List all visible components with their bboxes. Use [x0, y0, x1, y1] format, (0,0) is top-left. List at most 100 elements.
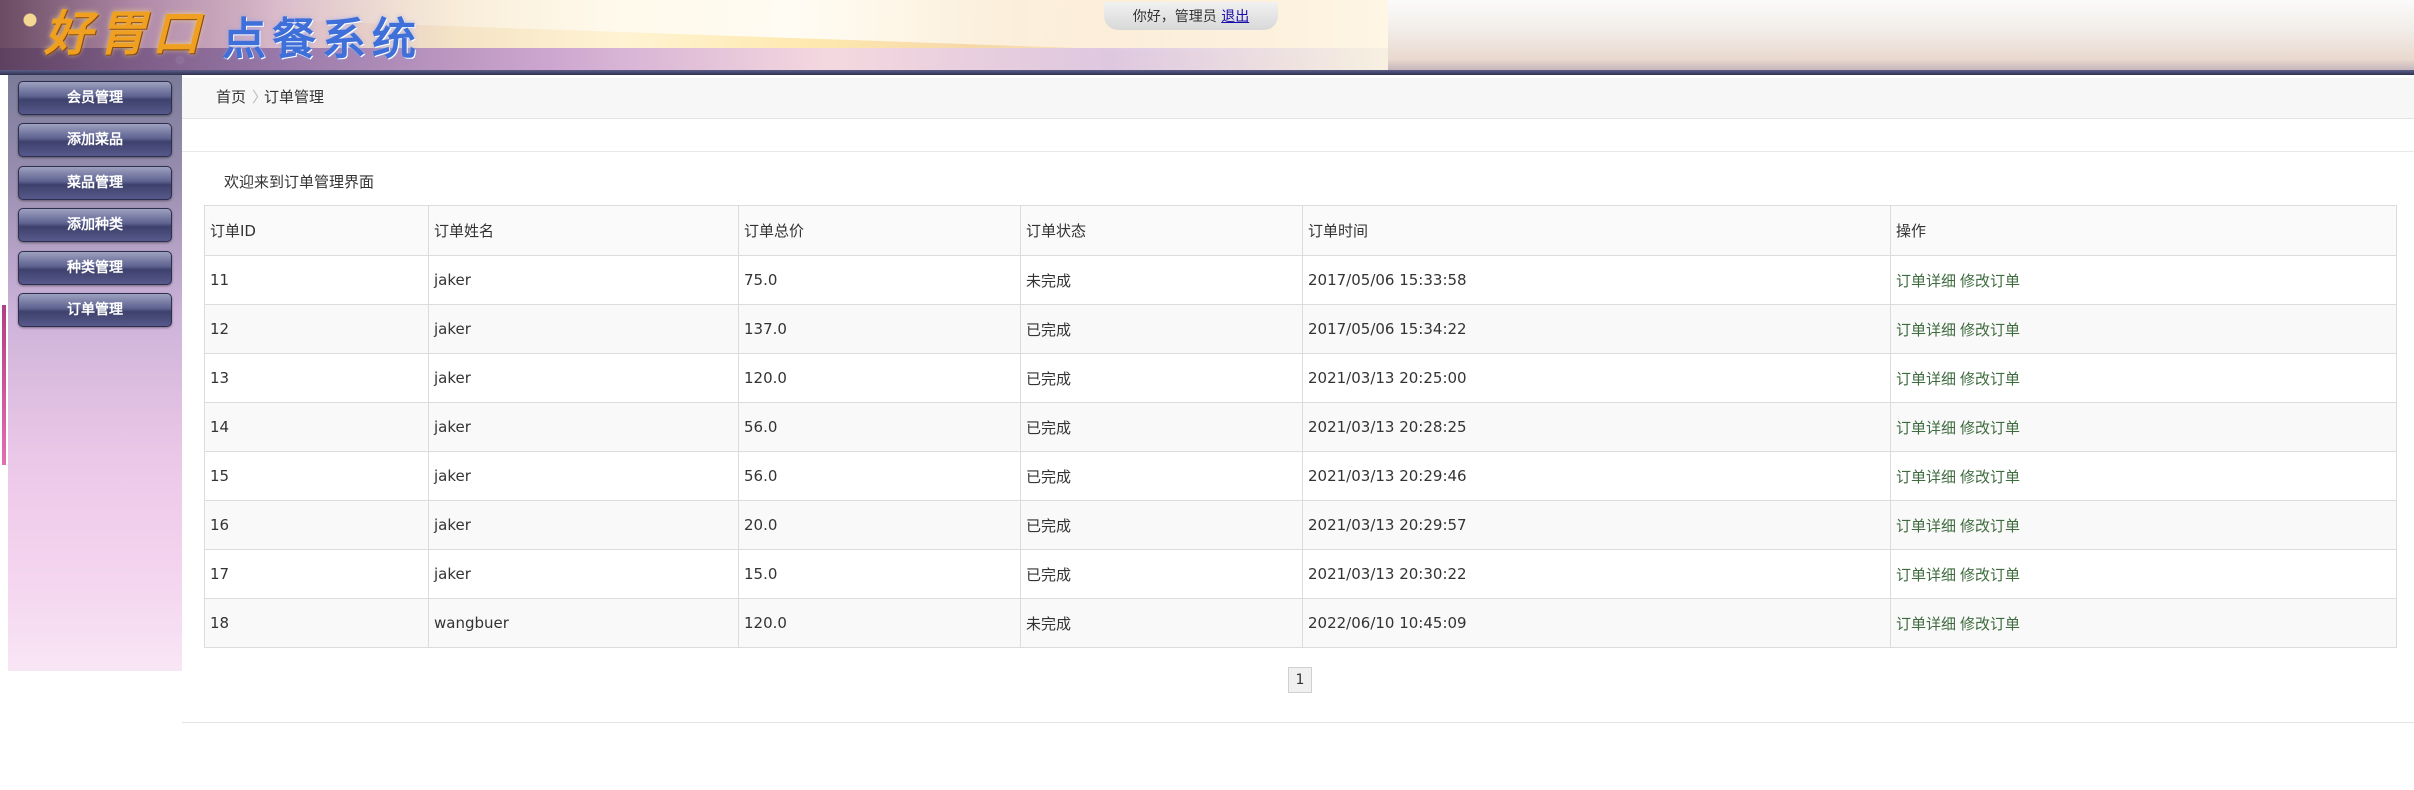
order-detail-link[interactable]: 订单详细	[1896, 272, 1956, 290]
edit-order-link[interactable]: 修改订单	[1960, 468, 2020, 486]
sidebar-item-member-management[interactable]: 会员管理	[18, 81, 172, 115]
table-row: 12 jaker 137.0 已完成 2017/05/06 15:34:22 订…	[204, 304, 2397, 354]
cell-order-status: 已完成	[1020, 304, 1303, 354]
cell-order-id: 15	[204, 451, 429, 501]
edit-order-link[interactable]: 修改订单	[1960, 566, 2020, 584]
cell-order-id: 13	[204, 353, 429, 403]
column-header-order-status: 订单状态	[1020, 205, 1303, 256]
table-row: 14 jaker 56.0 已完成 2021/03/13 20:28:25 订单…	[204, 402, 2397, 452]
cell-order-name: wangbuer	[428, 598, 739, 648]
breadcrumb: 首页 〉 订单管理	[182, 78, 2414, 119]
cell-actions: 订单详细 修改订单	[1890, 304, 2397, 354]
pagination-page-button[interactable]: 1	[1288, 667, 1312, 693]
column-header-order-time: 订单时间	[1302, 205, 1891, 256]
edit-order-link[interactable]: 修改订单	[1960, 517, 2020, 535]
cell-order-time: 2021/03/13 20:25:00	[1302, 353, 1891, 403]
cell-order-name: jaker	[428, 500, 739, 550]
section-divider	[182, 151, 2414, 152]
cell-order-total: 20.0	[738, 500, 1021, 550]
order-detail-link[interactable]: 订单详细	[1896, 468, 1956, 486]
cell-order-status: 已完成	[1020, 353, 1303, 403]
breadcrumb-home[interactable]: 首页	[216, 78, 246, 116]
cell-order-total: 15.0	[738, 549, 1021, 599]
table-row: 15 jaker 56.0 已完成 2021/03/13 20:29:46 订单…	[204, 451, 2397, 501]
cell-order-status: 未完成	[1020, 598, 1303, 648]
edit-order-link[interactable]: 修改订单	[1960, 419, 2020, 437]
cell-order-time: 2021/03/13 20:29:57	[1302, 500, 1891, 550]
table-row: 18 wangbuer 120.0 未完成 2022/06/10 10:45:0…	[204, 598, 2397, 648]
cell-order-total: 120.0	[738, 353, 1021, 403]
cell-order-time: 2021/03/13 20:30:22	[1302, 549, 1891, 599]
cell-order-total: 137.0	[738, 304, 1021, 354]
header-bar: 好胃口 点餐系统 你好，管理员 退出	[0, 0, 2414, 74]
order-detail-link[interactable]: 订单详细	[1896, 370, 1956, 388]
sidebar-item-add-dish[interactable]: 添加菜品	[18, 123, 172, 157]
table-row: 16 jaker 20.0 已完成 2021/03/13 20:29:57 订单…	[204, 500, 2397, 550]
order-detail-link[interactable]: 订单详细	[1896, 321, 1956, 339]
table-row: 13 jaker 120.0 已完成 2021/03/13 20:25:00 订…	[204, 353, 2397, 403]
cell-order-id: 18	[204, 598, 429, 648]
app-title: 点餐系统	[222, 14, 422, 65]
sidebar-item-category-management[interactable]: 种类管理	[18, 251, 172, 285]
cell-order-time: 2017/05/06 15:34:22	[1302, 304, 1891, 354]
cell-order-status: 已完成	[1020, 549, 1303, 599]
cell-order-total: 56.0	[738, 402, 1021, 452]
order-table: 订单ID 订单姓名 订单总价 订单状态 订单时间 操作 11 jaker 75.…	[204, 205, 2397, 648]
cell-actions: 订单详细 修改订单	[1890, 500, 2397, 550]
order-detail-link[interactable]: 订单详细	[1896, 566, 1956, 584]
edit-order-link[interactable]: 修改订单	[1960, 370, 2020, 388]
cell-order-status: 已完成	[1020, 402, 1303, 452]
cell-order-name: jaker	[428, 402, 739, 452]
cell-actions: 订单详细 修改订单	[1890, 402, 2397, 452]
table-header-row: 订单ID 订单姓名 订单总价 订单状态 订单时间 操作	[204, 205, 2397, 256]
column-header-order-name: 订单姓名	[428, 205, 739, 256]
cell-order-status: 未完成	[1020, 255, 1303, 305]
cell-order-time: 2017/05/06 15:33:58	[1302, 255, 1891, 305]
cell-order-total: 56.0	[738, 451, 1021, 501]
cell-order-status: 已完成	[1020, 500, 1303, 550]
column-header-actions: 操作	[1890, 205, 2397, 256]
welcome-text: 欢迎来到订单管理界面	[224, 173, 375, 191]
sidebar-item-dish-management[interactable]: 菜品管理	[18, 166, 172, 200]
logo-mark: 好胃口	[44, 6, 207, 62]
order-detail-link[interactable]: 订单详细	[1896, 615, 1956, 633]
footer-divider	[182, 722, 2414, 723]
user-info: 你好，管理员 退出	[1104, 2, 1278, 30]
cell-order-status: 已完成	[1020, 451, 1303, 501]
edit-order-link[interactable]: 修改订单	[1960, 272, 2020, 290]
cell-order-id: 14	[204, 402, 429, 452]
cell-actions: 订单详细 修改订单	[1890, 451, 2397, 501]
logout-link[interactable]: 退出	[1221, 9, 1249, 25]
cell-order-total: 120.0	[738, 598, 1021, 648]
cell-actions: 订单详细 修改订单	[1890, 598, 2397, 648]
order-detail-link[interactable]: 订单详细	[1896, 419, 1956, 437]
cell-order-id: 16	[204, 500, 429, 550]
cell-order-name: jaker	[428, 255, 739, 305]
left-edge-strip	[0, 75, 8, 790]
order-detail-link[interactable]: 订单详细	[1896, 517, 1956, 535]
cell-order-id: 17	[204, 549, 429, 599]
admin-greeting: 你好，管理员	[1132, 9, 1217, 25]
left-edge-accent	[2, 305, 6, 465]
cell-order-time: 2021/03/13 20:29:46	[1302, 451, 1891, 501]
cell-order-name: jaker	[428, 549, 739, 599]
cell-order-name: jaker	[428, 353, 739, 403]
sidebar: 会员管理 添加菜品 菜品管理 添加种类 种类管理 订单管理	[8, 75, 182, 671]
sidebar-item-add-category[interactable]: 添加种类	[18, 208, 172, 242]
edit-order-link[interactable]: 修改订单	[1960, 321, 2020, 339]
cell-order-time: 2022/06/10 10:45:09	[1302, 598, 1891, 648]
breadcrumb-current: 订单管理	[264, 88, 325, 106]
column-header-order-total: 订单总价	[738, 205, 1021, 256]
header-divider	[0, 70, 2414, 75]
cell-actions: 订单详细 修改订单	[1890, 549, 2397, 599]
column-header-order-id: 订单ID	[204, 205, 429, 256]
cell-order-time: 2021/03/13 20:28:25	[1302, 402, 1891, 452]
table-row: 17 jaker 15.0 已完成 2021/03/13 20:30:22 订单…	[204, 549, 2397, 599]
cell-actions: 订单详细 修改订单	[1890, 255, 2397, 305]
cell-order-id: 12	[204, 304, 429, 354]
cell-actions: 订单详细 修改订单	[1890, 353, 2397, 403]
edit-order-link[interactable]: 修改订单	[1960, 615, 2020, 633]
sidebar-item-order-management[interactable]: 订单管理	[18, 293, 172, 327]
cell-order-name: jaker	[428, 304, 739, 354]
cell-order-name: jaker	[428, 451, 739, 501]
